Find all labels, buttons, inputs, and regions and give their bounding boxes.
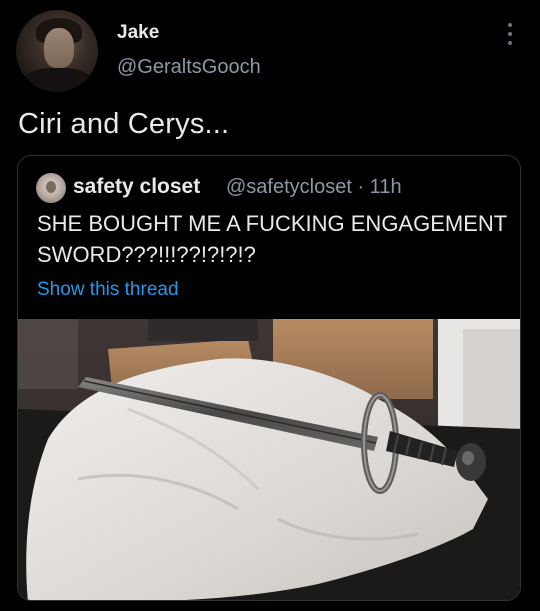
tweet-text: Ciri and Cerys... [18, 108, 230, 140]
more-options-button[interactable] [500, 22, 520, 46]
show-thread-link[interactable]: Show this thread [37, 279, 179, 301]
author-handle[interactable]: @GeraltsGooch [117, 56, 261, 79]
quoted-tweet-card[interactable]: safety closet @safetycloset · 11h SHE BO… [17, 155, 521, 601]
more-dots-icon [508, 32, 512, 36]
quoted-author-display-name[interactable]: safety closet [73, 175, 200, 199]
quoted-author-handle-time: @safetycloset · 11h [226, 176, 402, 198]
quoted-author-avatar[interactable] [36, 173, 66, 203]
avatar-face [44, 28, 74, 68]
quoted-avatar-figure [46, 181, 56, 193]
sword-photo-illustration [18, 319, 520, 600]
quoted-tweet-photo[interactable] [18, 319, 520, 600]
more-dots-icon [508, 41, 512, 45]
author-display-name[interactable]: Jake [117, 22, 159, 44]
quoted-tweet-text: SHE BOUGHT ME A FUCKING ENGAGEMENT SWORD… [37, 211, 507, 267]
more-dots-icon [508, 23, 512, 27]
author-avatar[interactable] [16, 10, 98, 92]
avatar-body [22, 68, 94, 92]
tweet-header: Jake @GeraltsGooch [0, 0, 540, 100]
